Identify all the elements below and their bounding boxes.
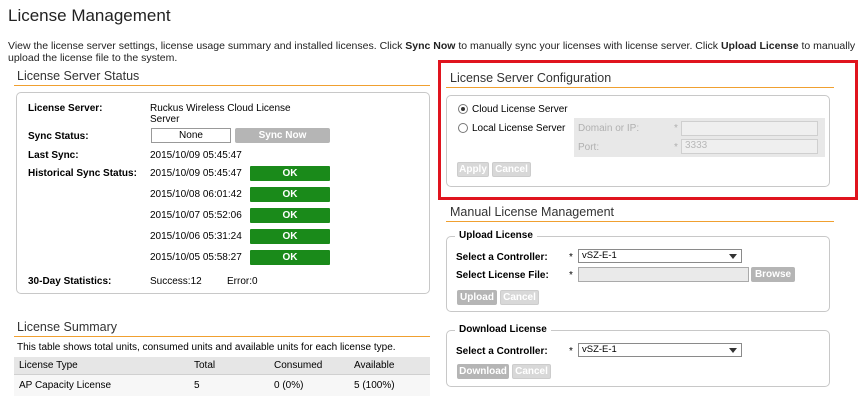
summary-header-row: License Type Total Consumed Available — [14, 357, 430, 375]
upload-controller-value: vSZ-E-1 — [582, 250, 617, 261]
chevron-down-icon — [729, 348, 737, 353]
browse-button[interactable]: Browse — [751, 267, 795, 282]
file-required-mark: * — [569, 270, 573, 281]
summary-table: License Type Total Consumed Available AP… — [14, 357, 430, 396]
description-text-1: View the license server settings, licens… — [8, 40, 406, 52]
history-ok-badge: OK — [250, 229, 330, 244]
stats-label: 30-Day Statistics: — [28, 276, 112, 287]
column-header: Total — [189, 357, 269, 375]
local-server-radio[interactable] — [458, 123, 468, 133]
table-cell: AP Capacity License — [14, 374, 189, 396]
domain-label: Domain or IP: — [578, 123, 640, 134]
upload-button[interactable]: Upload — [457, 290, 497, 305]
upload-controller-select[interactable]: vSZ-E-1 — [578, 249, 742, 263]
manual-section-rule — [446, 221, 834, 222]
local-server-label: Local License Server — [472, 123, 566, 134]
license-file-label: Select License File: — [456, 270, 549, 281]
summary-section-rule — [14, 336, 430, 337]
server-label: License Server: — [28, 103, 103, 114]
history-time: 2015/10/08 06:01:42 — [150, 189, 242, 200]
domain-input[interactable] — [681, 121, 818, 136]
description-sync-now: Sync Now — [405, 40, 456, 52]
config-section-rule — [446, 87, 834, 88]
summary-description: This table shows total units, consumed u… — [17, 342, 396, 353]
history-time: 2015/10/09 05:45:47 — [150, 168, 242, 179]
download-controller-label: Select a Controller: — [456, 346, 548, 357]
last-sync-value: 2015/10/09 05:45:47 — [150, 150, 242, 161]
download-cancel-button[interactable]: Cancel — [512, 364, 551, 379]
port-input[interactable]: 3333 — [681, 139, 818, 154]
column-header: Available — [349, 357, 430, 375]
cloud-server-label: Cloud License Server — [472, 104, 568, 115]
download-controller-value: vSZ-E-1 — [582, 344, 617, 355]
history-time: 2015/10/06 05:31:24 — [150, 231, 242, 242]
server-value-line1: Ruckus Wireless Cloud License — [150, 103, 291, 114]
description-upload-license: Upload License — [720, 40, 799, 52]
upload-cancel-button[interactable]: Cancel — [500, 290, 539, 305]
summary-section-title: License Summary — [17, 320, 118, 334]
upload-required-mark: * — [569, 252, 573, 263]
history-time: 2015/10/07 05:52:06 — [150, 210, 242, 221]
column-header: License Type — [14, 357, 189, 375]
server-value: Ruckus Wireless Cloud License Server — [150, 103, 291, 125]
cloud-server-radio[interactable] — [458, 104, 468, 114]
history-ok-badge: OK — [250, 187, 330, 202]
port-required-mark: * — [674, 142, 678, 153]
download-button[interactable]: Download — [457, 364, 509, 379]
domain-required-mark: * — [674, 123, 678, 134]
license-file-input[interactable] — [578, 267, 749, 282]
history-ok-badge: OK — [250, 166, 330, 181]
config-cancel-button[interactable]: Cancel — [492, 162, 531, 177]
chevron-down-icon — [729, 254, 737, 259]
status-section-title: License Server Status — [17, 69, 140, 83]
history-time: 2015/10/05 05:58:27 — [150, 252, 242, 263]
table-cell: 0 (0%) — [269, 374, 349, 396]
server-value-line2: Server — [150, 114, 180, 125]
column-header: Consumed — [269, 357, 349, 375]
page-title: License Management — [8, 6, 171, 25]
port-label: Port: — [578, 142, 600, 153]
apply-button[interactable]: Apply — [457, 162, 489, 177]
stats-success: Success:12 — [150, 276, 202, 287]
sync-status-label: Sync Status: — [28, 131, 89, 142]
download-required-mark: * — [569, 346, 573, 357]
last-sync-label: Last Sync: — [28, 150, 79, 161]
download-controller-select[interactable]: vSZ-E-1 — [578, 343, 742, 357]
table-cell: 5 (100%) — [349, 374, 430, 396]
history-ok-badge: OK — [250, 250, 330, 265]
table-row: AP Capacity License 5 0 (0%) 5 (100%) — [14, 374, 430, 396]
table-cell: 5 — [189, 374, 269, 396]
status-section-rule — [14, 85, 430, 86]
historical-sync-label: Historical Sync Status: — [28, 168, 137, 179]
config-section-title: License Server Configuration — [450, 71, 612, 85]
manual-section-title: Manual License Management — [450, 205, 614, 219]
description-text-2: to manually sync your licenses with lice… — [455, 40, 721, 52]
upload-title: Upload License — [455, 230, 537, 241]
sync-now-button[interactable]: Sync Now — [235, 128, 330, 143]
history-ok-badge: OK — [250, 208, 330, 223]
download-title: Download License — [455, 324, 551, 335]
stats-error: Error:0 — [227, 276, 258, 287]
sync-status-value: None — [151, 128, 231, 143]
upload-controller-label: Select a Controller: — [456, 252, 548, 263]
